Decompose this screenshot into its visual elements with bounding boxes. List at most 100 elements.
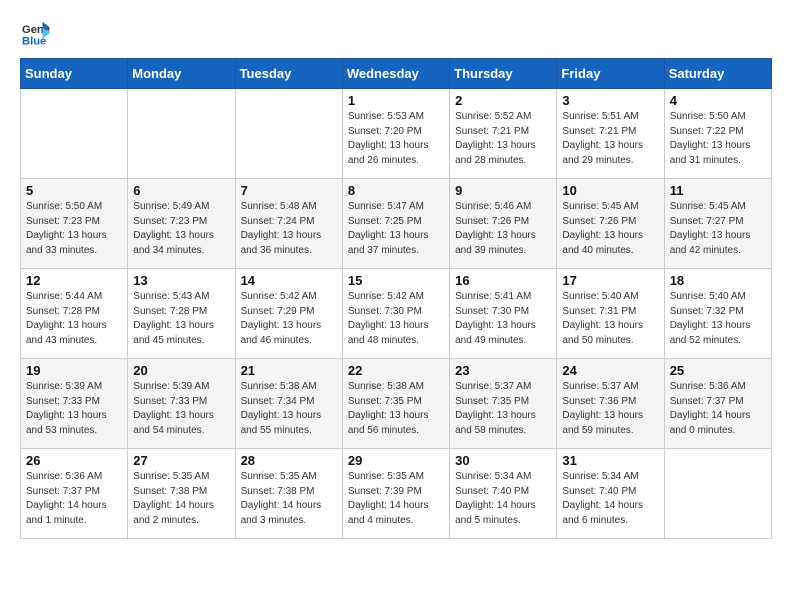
cell-info: Sunrise: 5:40 AM Sunset: 7:32 PM Dayligh… [670,290,766,348]
calendar-cell: 31 Sunrise: 5:34 AM Sunset: 7:40 PM Dayli… [557,449,664,539]
page-header: General Blue [20,20,772,48]
day-number: 25 [670,363,766,378]
day-number: 9 [455,183,551,198]
day-number: 20 [133,363,229,378]
cell-info: Sunrise: 5:41 AM Sunset: 7:30 PM Dayligh… [455,290,551,348]
day-number: 26 [26,453,122,468]
calendar-cell [235,89,342,179]
day-number: 28 [241,453,337,468]
cell-info: Sunrise: 5:37 AM Sunset: 7:36 PM Dayligh… [562,380,658,438]
cell-info: Sunrise: 5:43 AM Sunset: 7:28 PM Dayligh… [133,290,229,348]
calendar-cell: 17 Sunrise: 5:40 AM Sunset: 7:31 PM Dayli… [557,269,664,359]
cell-info: Sunrise: 5:51 AM Sunset: 7:21 PM Dayligh… [562,110,658,168]
day-number: 31 [562,453,658,468]
day-number: 16 [455,273,551,288]
cell-info: Sunrise: 5:34 AM Sunset: 7:40 PM Dayligh… [455,470,551,528]
calendar-cell [128,89,235,179]
calendar-cell [664,449,771,539]
cell-info: Sunrise: 5:38 AM Sunset: 7:35 PM Dayligh… [348,380,444,438]
weekday-header: Tuesday [235,59,342,89]
logo: General Blue [20,20,54,48]
weekday-header: Friday [557,59,664,89]
calendar-cell: 26 Sunrise: 5:36 AM Sunset: 7:37 PM Dayli… [21,449,128,539]
calendar-cell: 16 Sunrise: 5:41 AM Sunset: 7:30 PM Dayli… [450,269,557,359]
cell-info: Sunrise: 5:50 AM Sunset: 7:22 PM Dayligh… [670,110,766,168]
calendar-cell: 21 Sunrise: 5:38 AM Sunset: 7:34 PM Dayli… [235,359,342,449]
cell-info: Sunrise: 5:50 AM Sunset: 7:23 PM Dayligh… [26,200,122,258]
cell-info: Sunrise: 5:37 AM Sunset: 7:35 PM Dayligh… [455,380,551,438]
cell-info: Sunrise: 5:34 AM Sunset: 7:40 PM Dayligh… [562,470,658,528]
day-number: 7 [241,183,337,198]
day-number: 12 [26,273,122,288]
cell-info: Sunrise: 5:45 AM Sunset: 7:26 PM Dayligh… [562,200,658,258]
cell-info: Sunrise: 5:48 AM Sunset: 7:24 PM Dayligh… [241,200,337,258]
calendar-cell: 9 Sunrise: 5:46 AM Sunset: 7:26 PM Daylig… [450,179,557,269]
cell-info: Sunrise: 5:38 AM Sunset: 7:34 PM Dayligh… [241,380,337,438]
calendar-cell: 7 Sunrise: 5:48 AM Sunset: 7:24 PM Daylig… [235,179,342,269]
cell-info: Sunrise: 5:42 AM Sunset: 7:29 PM Dayligh… [241,290,337,348]
calendar-cell: 10 Sunrise: 5:45 AM Sunset: 7:26 PM Dayli… [557,179,664,269]
day-number: 5 [26,183,122,198]
calendar-cell: 3 Sunrise: 5:51 AM Sunset: 7:21 PM Daylig… [557,89,664,179]
calendar-cell: 4 Sunrise: 5:50 AM Sunset: 7:22 PM Daylig… [664,89,771,179]
day-number: 3 [562,93,658,108]
calendar-cell: 5 Sunrise: 5:50 AM Sunset: 7:23 PM Daylig… [21,179,128,269]
calendar-week-row: 1Sunrise: 5:53 AM Sunset: 7:20 PM Daylig… [21,89,772,179]
calendar-cell: 15 Sunrise: 5:42 AM Sunset: 7:30 PM Dayli… [342,269,449,359]
day-number: 30 [455,453,551,468]
cell-info: Sunrise: 5:36 AM Sunset: 7:37 PM Dayligh… [670,380,766,438]
calendar-cell: 8Sunrise: 5:47 AM Sunset: 7:25 PM Daylig… [342,179,449,269]
calendar-cell: 24 Sunrise: 5:37 AM Sunset: 7:36 PM Dayli… [557,359,664,449]
day-number: 11 [670,183,766,198]
day-number: 18 [670,273,766,288]
cell-info: Sunrise: 5:46 AM Sunset: 7:26 PM Dayligh… [455,200,551,258]
cell-info: Sunrise: 5:35 AM Sunset: 7:38 PM Dayligh… [133,470,229,528]
logo-icon: General Blue [22,20,50,48]
day-number: 14 [241,273,337,288]
day-number: 27 [133,453,229,468]
day-number: 13 [133,273,229,288]
weekday-header: Sunday [21,59,128,89]
calendar-cell: 12Sunrise: 5:44 AM Sunset: 7:28 PM Dayli… [21,269,128,359]
day-number: 17 [562,273,658,288]
calendar-week-row: 19Sunrise: 5:39 AM Sunset: 7:33 PM Dayli… [21,359,772,449]
cell-info: Sunrise: 5:40 AM Sunset: 7:31 PM Dayligh… [562,290,658,348]
day-number: 23 [455,363,551,378]
calendar-cell: 28Sunrise: 5:35 AM Sunset: 7:38 PM Dayli… [235,449,342,539]
cell-info: Sunrise: 5:39 AM Sunset: 7:33 PM Dayligh… [26,380,122,438]
calendar-cell: 6 Sunrise: 5:49 AM Sunset: 7:23 PM Daylig… [128,179,235,269]
cell-info: Sunrise: 5:52 AM Sunset: 7:21 PM Dayligh… [455,110,551,168]
day-number: 4 [670,93,766,108]
day-number: 2 [455,93,551,108]
weekday-header: Saturday [664,59,771,89]
calendar-cell: 25 Sunrise: 5:36 AM Sunset: 7:37 PM Dayli… [664,359,771,449]
calendar-cell: 1Sunrise: 5:53 AM Sunset: 7:20 PM Daylig… [342,89,449,179]
cell-info: Sunrise: 5:53 AM Sunset: 7:20 PM Dayligh… [348,110,444,168]
day-number: 15 [348,273,444,288]
calendar-header-row: SundayMondayTuesdayWednesdayThursdayFrid… [21,59,772,89]
calendar-cell: 20 Sunrise: 5:39 AM Sunset: 7:33 PM Dayli… [128,359,235,449]
day-number: 21 [241,363,337,378]
day-number: 22 [348,363,444,378]
cell-info: Sunrise: 5:42 AM Sunset: 7:30 PM Dayligh… [348,290,444,348]
day-number: 29 [348,453,444,468]
cell-info: Sunrise: 5:49 AM Sunset: 7:23 PM Dayligh… [133,200,229,258]
cell-info: Sunrise: 5:36 AM Sunset: 7:37 PM Dayligh… [26,470,122,528]
day-number: 6 [133,183,229,198]
cell-info: Sunrise: 5:39 AM Sunset: 7:33 PM Dayligh… [133,380,229,438]
cell-info: Sunrise: 5:35 AM Sunset: 7:39 PM Dayligh… [348,470,444,528]
calendar-cell [21,89,128,179]
weekday-header: Thursday [450,59,557,89]
day-number: 8 [348,183,444,198]
calendar-cell: 11Sunrise: 5:45 AM Sunset: 7:27 PM Dayli… [664,179,771,269]
calendar-week-row: 5 Sunrise: 5:50 AM Sunset: 7:23 PM Daylig… [21,179,772,269]
calendar-week-row: 26 Sunrise: 5:36 AM Sunset: 7:37 PM Dayli… [21,449,772,539]
calendar-cell: 18 Sunrise: 5:40 AM Sunset: 7:32 PM Dayli… [664,269,771,359]
weekday-header: Wednesday [342,59,449,89]
calendar-cell: 29 Sunrise: 5:35 AM Sunset: 7:39 PM Dayli… [342,449,449,539]
calendar-cell: 2 Sunrise: 5:52 AM Sunset: 7:21 PM Daylig… [450,89,557,179]
calendar-week-row: 12Sunrise: 5:44 AM Sunset: 7:28 PM Dayli… [21,269,772,359]
day-number: 24 [562,363,658,378]
day-number: 10 [562,183,658,198]
calendar-cell: 13 Sunrise: 5:43 AM Sunset: 7:28 PM Dayli… [128,269,235,359]
